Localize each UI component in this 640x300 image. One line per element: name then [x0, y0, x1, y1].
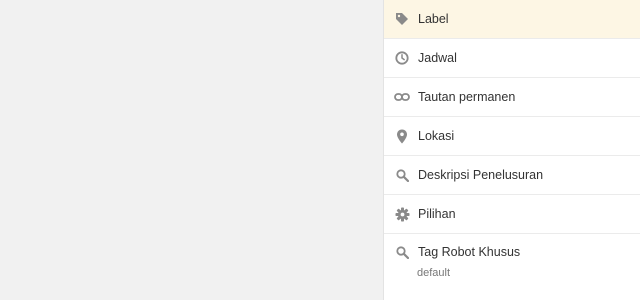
sidebar-item-pilihan[interactable]: Pilihan: [384, 195, 640, 234]
sidebar-item-pilihan-text: Pilihan: [418, 207, 456, 221]
search-icon: [394, 244, 410, 260]
sidebar-item-tag-robot-khusus[interactable]: Tag Robot Khusus default: [384, 234, 640, 288]
sidebar-item-lokasi-text: Lokasi: [418, 129, 455, 143]
post-settings-panel: Label Jadwal Tautan permanen Lokasi Desk…: [383, 0, 640, 300]
clock-icon: [394, 50, 410, 66]
sidebar-item-jadwal[interactable]: Jadwal: [384, 39, 640, 78]
sidebar-item-lokasi[interactable]: Lokasi: [384, 117, 640, 156]
sidebar-item-tautan-permanen-text: Tautan permanen: [418, 90, 516, 104]
sidebar-item-tag-robot-khusus-text: Tag Robot Khusus: [418, 245, 521, 259]
robot-tag-value: default: [417, 267, 451, 279]
link-icon: [394, 89, 410, 105]
search-icon: [394, 167, 410, 183]
sidebar-item-label[interactable]: Label: [384, 0, 640, 39]
sidebar-item-jadwal-text: Jadwal: [418, 51, 457, 65]
sidebar-item-label-text: Label: [418, 12, 449, 26]
tag-icon: [394, 11, 410, 27]
location-pin-icon: [394, 128, 410, 144]
sidebar-item-deskripsi-penelusuran-text: Deskripsi Penelusuran: [418, 168, 544, 182]
sidebar-item-tautan-permanen[interactable]: Tautan permanen: [384, 78, 640, 117]
sidebar-item-deskripsi-penelusuran[interactable]: Deskripsi Penelusuran: [384, 156, 640, 195]
gear-icon: [394, 206, 410, 222]
screen: Label Jadwal Tautan permanen Lokasi Desk…: [0, 0, 640, 300]
